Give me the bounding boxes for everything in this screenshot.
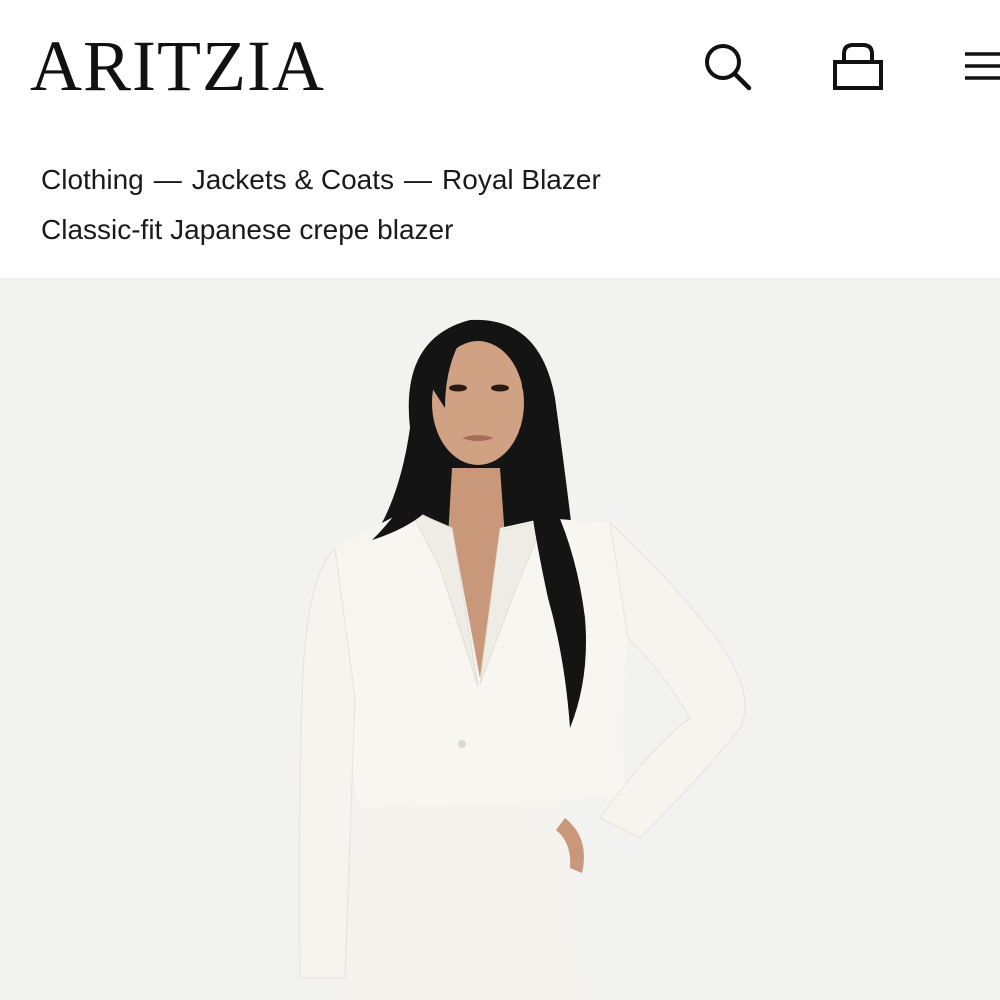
breadcrumb-separator: —: [404, 164, 433, 195]
breadcrumb-item-clothing[interactable]: Clothing: [41, 164, 144, 195]
breadcrumb: Clothing — Jackets & Coats — Royal Blazer: [41, 162, 601, 198]
product-image[interactable]: [0, 278, 1000, 1000]
menu-icon: [960, 46, 1000, 86]
shopping-bag-button[interactable]: [828, 36, 888, 96]
product-heading: Clothing — Jackets & Coats — Royal Blazer Cl…: [0, 140, 1000, 278]
site-header: ARITZIA: [0, 0, 1000, 140]
menu-button[interactable]: [960, 36, 1000, 96]
breadcrumb-item-jackets-coats[interactable]: Jackets & Coats: [192, 164, 394, 195]
model-photo: [0, 278, 1000, 1000]
breadcrumb-item-current: Royal Blazer: [442, 164, 601, 195]
breadcrumb-separator: —: [153, 164, 182, 195]
search-button[interactable]: [697, 36, 757, 96]
aritzia-logo[interactable]: ARITZIA: [30, 26, 325, 106]
shopping-bag-icon: [830, 38, 886, 94]
product-subtitle: Classic-fit Japanese crepe blazer: [41, 214, 454, 245]
search-icon: [699, 38, 755, 94]
